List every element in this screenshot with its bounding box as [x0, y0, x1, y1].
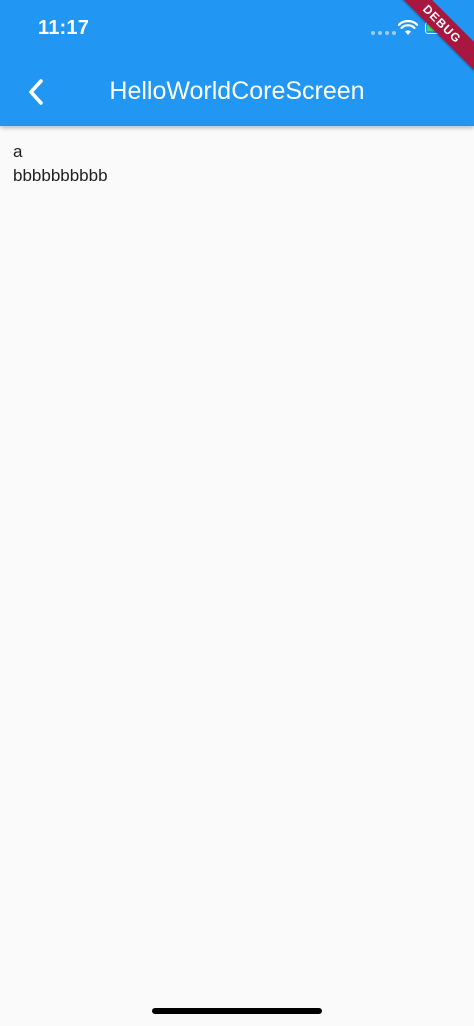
debug-label: DEBUG	[394, 0, 474, 74]
page-title: HelloWorldCoreScreen	[109, 77, 365, 105]
text-line-a: a	[13, 142, 23, 161]
debug-banner: DEBUG	[394, 0, 474, 80]
signal-icon	[371, 31, 396, 35]
text-line-b: bbbbbbbbbb	[13, 166, 108, 185]
status-time: 11:17	[38, 17, 90, 39]
content-area: a bbbbbbbbbb	[13, 140, 108, 188]
home-indicator[interactable]	[152, 1008, 322, 1014]
